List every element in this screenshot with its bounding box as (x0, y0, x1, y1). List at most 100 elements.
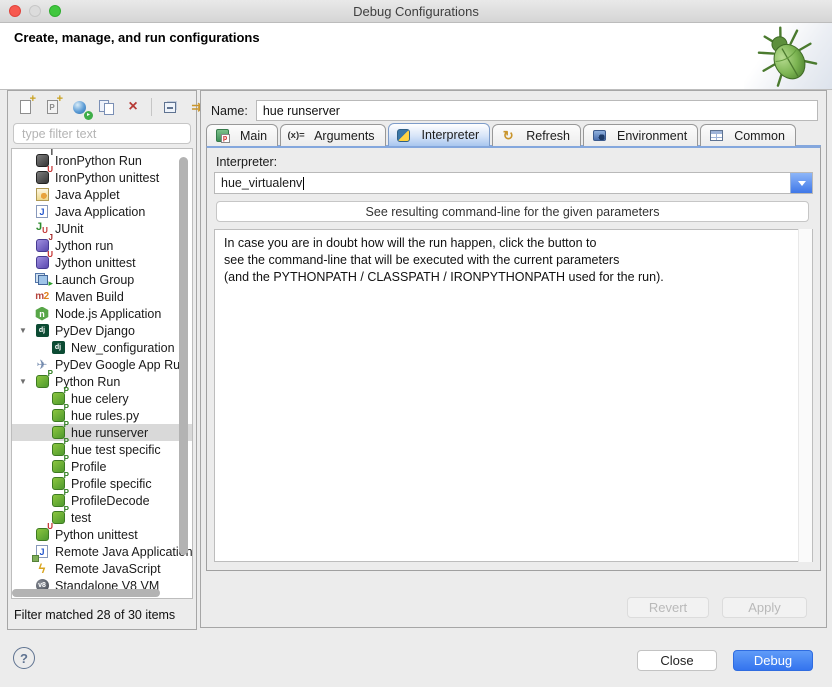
title-bar: Debug Configurations (0, 0, 832, 23)
configuration-editor: Name: p Main (x)= Arguments Interpreter ↻Refr… (200, 90, 827, 628)
environment-icon (591, 128, 607, 144)
remote-javascript-icon: ϟ (34, 561, 50, 577)
delete-launch-configuration-button[interactable]: × (123, 97, 143, 117)
form-actions: Revert Apply (627, 597, 807, 618)
tree-item[interactable]: JUJUnit (12, 220, 192, 237)
tree-item[interactable]: Phue celery (12, 390, 192, 407)
close-window-button[interactable] (9, 5, 21, 17)
revert-button[interactable]: Revert (627, 597, 709, 618)
interpreter-tab-content: Interpreter: hue_virtualenv See resultin… (206, 145, 821, 571)
interpreter-combo[interactable]: hue_virtualenv (214, 172, 813, 194)
debug-configurations-window: { "window": { "title": "Debug Configurat… (0, 0, 832, 687)
collapse-all-icon (164, 102, 176, 113)
duplicate-launch-configuration-button[interactable] (96, 97, 116, 117)
tree-item[interactable]: Phue test specific (12, 441, 192, 458)
tree-vertical-scrollbar[interactable] (179, 157, 188, 555)
tree-item[interactable]: UIronPython unittest (12, 169, 192, 186)
name-input[interactable] (256, 100, 818, 121)
tree-item[interactable]: ✈PyDev Google App Run (12, 356, 192, 373)
tree-item-label: hue runserver (71, 426, 148, 440)
nodejs-application-icon: n (34, 306, 50, 322)
see-command-line-button[interactable]: See resulting command-line for the given… (216, 201, 809, 222)
tab-label: Arguments (314, 129, 374, 143)
launch-group-icon: ▸ (34, 272, 50, 288)
python-unittest-icon: U (34, 527, 50, 543)
text-cursor (303, 177, 304, 190)
header-banner: Create, manage, and run configurations (0, 23, 832, 90)
arguments-icon: (x)= (288, 128, 304, 144)
tree-item[interactable]: m2Maven Build (12, 288, 192, 305)
tab-main[interactable]: p Main (206, 124, 278, 146)
close-button[interactable]: Close (637, 650, 717, 671)
filter-input[interactable] (13, 123, 191, 144)
java-applet-icon (34, 187, 50, 203)
tree-item[interactable]: ▼PPython Run (12, 373, 192, 390)
tree-item[interactable]: Phue runserver (12, 424, 192, 441)
minimize-window-button[interactable] (29, 5, 41, 17)
debug-button[interactable]: Debug (733, 650, 813, 671)
export-launch-configurations-button[interactable]: ▸ (69, 97, 89, 117)
info-vertical-scrollbar[interactable] (798, 229, 812, 562)
combo-dropdown-button[interactable] (790, 173, 812, 193)
tab-label: Main (240, 129, 267, 143)
tree-horizontal-scrollbar[interactable] (12, 589, 160, 597)
tree-item-label: IronPython unittest (55, 171, 159, 185)
tree-item[interactable]: PProfileDecode (12, 492, 192, 509)
zoom-window-button[interactable] (49, 5, 61, 17)
tree-item[interactable]: JRemote Java Application (12, 543, 192, 560)
tree-item-label: hue celery (71, 392, 129, 406)
python-icon (396, 127, 412, 143)
tree-item[interactable]: djNew_configuration (12, 339, 192, 356)
tree-item-label: Jython unittest (55, 256, 136, 270)
duplicate-icon (99, 100, 114, 115)
tree-item-label: Profile specific (71, 477, 152, 491)
tab-environment[interactable]: Environment (583, 124, 698, 146)
tree-item[interactable]: ϟRemote JavaScript (12, 560, 192, 577)
refresh-icon: ↻ (500, 128, 516, 144)
tree-item-label: PyDev Django (55, 324, 135, 338)
tree-item[interactable]: Phue rules.py (12, 407, 192, 424)
dialog-footer: ? Close Debug (0, 630, 832, 687)
tree-item[interactable]: IIronPython Run (12, 152, 192, 169)
tree-item[interactable]: UJython unittest (12, 254, 192, 271)
tree-item[interactable]: nNode.js Application (12, 305, 192, 322)
banner-title: Create, manage, and run configurations (14, 30, 260, 45)
tab-label: Interpreter (422, 128, 480, 142)
interpreter-combo-value: hue_virtualenv (221, 176, 302, 190)
tree-item[interactable]: ▼djPyDev Django (12, 322, 192, 339)
tree-item-label: Launch Group (55, 273, 134, 287)
pydev-main-icon: p (214, 128, 230, 144)
tree-item-label: Maven Build (55, 290, 124, 304)
expander-icon[interactable]: ▼ (19, 377, 27, 386)
tree-item-label: Profile (71, 460, 106, 474)
tree-item[interactable]: PProfile specific (12, 475, 192, 492)
launch-toolbar: + P+ ▸ × ⇉▾ (12, 95, 192, 119)
apply-button[interactable]: Apply (722, 597, 807, 618)
tree-item-label: hue rules.py (71, 409, 139, 423)
tree-item[interactable]: JJython run (12, 237, 192, 254)
tab-refresh[interactable]: ↻Refresh (492, 124, 581, 146)
help-button[interactable]: ? (13, 647, 35, 669)
new-launch-configuration-prototype-button[interactable]: P+ (42, 97, 62, 117)
tree-item-label: Java Applet (55, 188, 120, 202)
tree-item[interactable]: Java Applet (12, 186, 192, 203)
python-run-icon: P (34, 374, 50, 390)
tree-item[interactable]: U Python unittest (12, 526, 192, 543)
tab-common[interactable]: Common (700, 124, 796, 146)
tab-arguments[interactable]: (x)= Arguments (280, 124, 385, 146)
tree-item-label: Python unittest (55, 528, 138, 542)
filter-status-text: Filter matched 28 of 30 items (14, 608, 175, 622)
tree-item[interactable]: PProfile (12, 458, 192, 475)
tree-item[interactable]: Ptest (12, 509, 192, 526)
toolbar-separator (151, 98, 152, 116)
tree-item-label: PyDev Google App Run (55, 358, 187, 372)
tree-item[interactable]: JJava Application (12, 203, 192, 220)
name-row: Name: (211, 100, 818, 121)
collapse-all-button[interactable] (160, 97, 180, 117)
tree-item[interactable]: ▸ Launch Group (12, 271, 192, 288)
delete-icon: × (128, 99, 137, 115)
tab-interpreter[interactable]: Interpreter (388, 123, 491, 146)
new-launch-configuration-button[interactable]: + (15, 97, 35, 117)
tree-item-label: New_configuration (71, 341, 175, 355)
expander-icon[interactable]: ▼ (19, 326, 27, 335)
